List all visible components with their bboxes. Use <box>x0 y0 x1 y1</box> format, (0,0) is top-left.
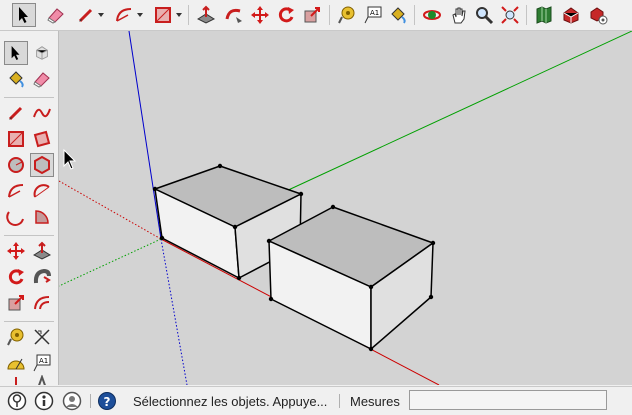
pan-icon[interactable] <box>447 3 471 27</box>
rectangle-icon[interactable] <box>151 3 175 27</box>
three-point-arc-icon[interactable] <box>4 205 28 229</box>
pencil-icon[interactable] <box>74 3 98 27</box>
extension-manager-icon[interactable] <box>586 3 610 27</box>
eraser-icon[interactable] <box>44 3 68 27</box>
measures-label: Mesures <box>350 394 400 409</box>
box-right[interactable] <box>268 206 434 350</box>
axes-icon[interactable] <box>4 375 28 385</box>
two-point-arc-icon[interactable] <box>30 179 54 203</box>
model-scene <box>59 31 632 385</box>
polygon-icon[interactable] <box>30 153 54 177</box>
chevron-down-icon[interactable] <box>175 9 183 21</box>
dimension-icon[interactable] <box>30 325 54 349</box>
follow-me-icon[interactable] <box>222 3 246 27</box>
paint-bucket-icon[interactable] <box>386 3 410 27</box>
select-icon[interactable] <box>4 41 28 65</box>
eraser-icon[interactable] <box>30 67 54 91</box>
rectangle-icon[interactable] <box>4 127 28 151</box>
circle-icon[interactable] <box>4 153 28 177</box>
zoom-extents-icon[interactable] <box>498 3 522 27</box>
move-icon[interactable] <box>4 239 28 263</box>
paint-bucket-icon[interactable] <box>4 67 28 91</box>
status-message: Sélectionnez les objets. Appuye... <box>133 394 328 409</box>
svg-text:A1: A1 <box>39 357 48 365</box>
3d-text-icon[interactable] <box>30 375 54 385</box>
protractor-icon[interactable] <box>4 351 28 375</box>
push-pull-icon[interactable] <box>30 239 54 263</box>
arc-icon[interactable] <box>4 179 28 203</box>
svg-text:?: ? <box>104 395 111 409</box>
blue-axis-hidden <box>160 238 188 385</box>
geolocation-icon[interactable] <box>6 390 28 412</box>
blue-axis <box>128 31 162 240</box>
follow-me-icon[interactable] <box>30 265 54 289</box>
green-axis-hidden <box>59 238 162 287</box>
chevron-down-icon[interactable] <box>97 9 105 21</box>
offset-icon[interactable] <box>30 291 54 315</box>
green-axis <box>283 31 632 193</box>
orbit-icon[interactable] <box>420 3 444 27</box>
measures-input[interactable] <box>409 390 607 410</box>
push-pull-icon[interactable] <box>194 3 218 27</box>
credits-icon[interactable] <box>33 390 55 412</box>
chevron-down-icon[interactable] <box>136 9 144 21</box>
rotated-rectangle-icon[interactable] <box>30 127 54 151</box>
mouse-cursor <box>63 148 77 170</box>
red-axis-hidden <box>59 180 162 240</box>
arc-icon[interactable] <box>112 3 136 27</box>
help-icon[interactable]: ? <box>96 390 118 412</box>
scale-icon[interactable] <box>300 3 324 27</box>
component-icon[interactable] <box>30 41 54 65</box>
zoom-icon[interactable] <box>472 3 496 27</box>
tape-measure-icon[interactable] <box>4 325 28 349</box>
pie-icon[interactable] <box>30 205 54 229</box>
status-bar: ? Sélectionnez les objets. Appuye... Mes… <box>0 386 632 415</box>
freehand-icon[interactable] <box>30 101 54 125</box>
text-icon[interactable]: A1 <box>361 3 385 27</box>
model-viewport[interactable] <box>59 31 632 385</box>
svg-text:A1: A1 <box>370 9 379 17</box>
user-account-icon[interactable] <box>61 390 83 412</box>
select-icon[interactable] <box>12 3 36 27</box>
move-icon[interactable] <box>248 3 272 27</box>
scale-icon[interactable] <box>4 291 28 315</box>
tool-palette: A1 <box>0 31 59 385</box>
line-icon[interactable] <box>4 101 28 125</box>
rotate-icon[interactable] <box>4 265 28 289</box>
text-icon[interactable]: A1 <box>30 351 54 375</box>
main-toolbar: A1 <box>0 0 632 31</box>
warehouse-icon[interactable] <box>532 3 556 27</box>
tape-measure-icon[interactable] <box>335 3 359 27</box>
rotate-icon[interactable] <box>274 3 298 27</box>
extension-warehouse-icon[interactable] <box>559 3 583 27</box>
